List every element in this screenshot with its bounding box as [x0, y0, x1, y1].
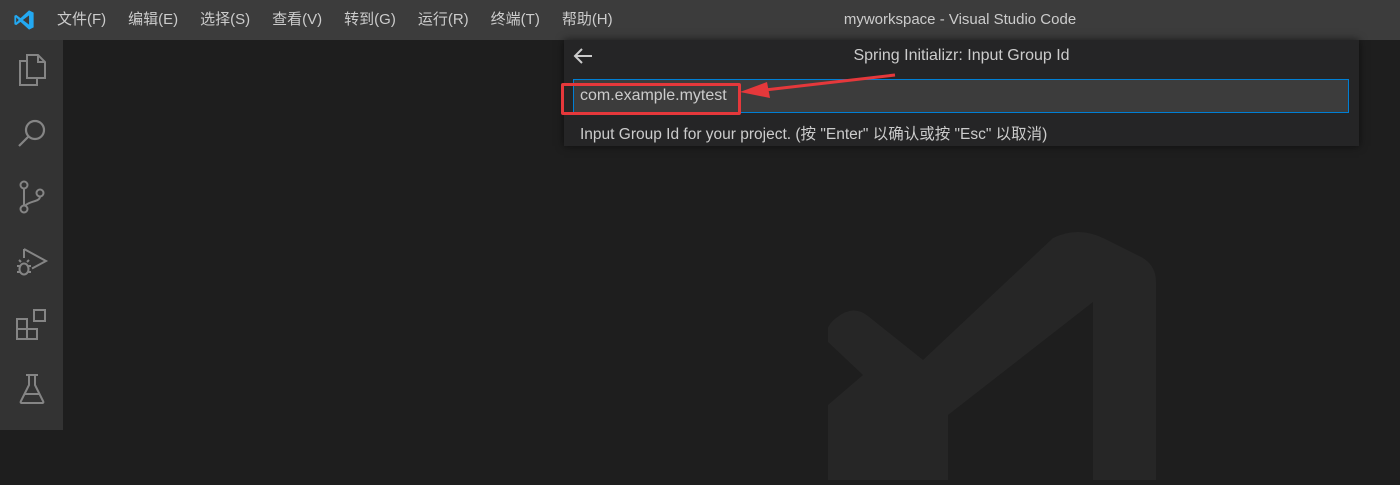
- menu-file[interactable]: 文件(F): [48, 0, 117, 40]
- menu-selection[interactable]: 选择(S): [189, 0, 261, 40]
- quick-input-widget: Spring Initializr: Input Group Id Input …: [564, 40, 1359, 146]
- menu-terminal[interactable]: 终端(T): [480, 0, 551, 40]
- run-debug-icon[interactable]: [0, 233, 63, 289]
- activity-bar: [0, 40, 63, 430]
- source-control-icon[interactable]: [0, 169, 63, 225]
- quick-input-title: Spring Initializr: Input Group Id: [853, 47, 1070, 64]
- menu-view[interactable]: 查看(V): [261, 0, 333, 40]
- menu-go[interactable]: 转到(G): [333, 0, 407, 40]
- quick-input-title-bar: Spring Initializr: Input Group Id: [564, 40, 1359, 72]
- group-id-input[interactable]: [573, 79, 1349, 113]
- menu-edit[interactable]: 编辑(E): [117, 0, 189, 40]
- search-icon[interactable]: [0, 106, 63, 162]
- back-arrow-icon[interactable]: [572, 46, 596, 66]
- extensions-icon[interactable]: [0, 297, 63, 353]
- explorer-icon[interactable]: [0, 42, 63, 98]
- vscode-logo-icon[interactable]: [0, 0, 48, 40]
- menu-bar: 文件(F) 编辑(E) 选择(S) 查看(V) 转到(G) 运行(R) 终端(T…: [48, 0, 624, 40]
- testing-icon[interactable]: [0, 361, 63, 417]
- menu-help[interactable]: 帮助(H): [551, 0, 624, 40]
- menu-run[interactable]: 运行(R): [407, 0, 480, 40]
- title-bar: 文件(F) 编辑(E) 选择(S) 查看(V) 转到(G) 运行(R) 终端(T…: [0, 0, 1400, 40]
- quick-input-message: Input Group Id for your project. (按 "Ent…: [580, 126, 1048, 143]
- vscode-watermark-icon: [826, 230, 1158, 485]
